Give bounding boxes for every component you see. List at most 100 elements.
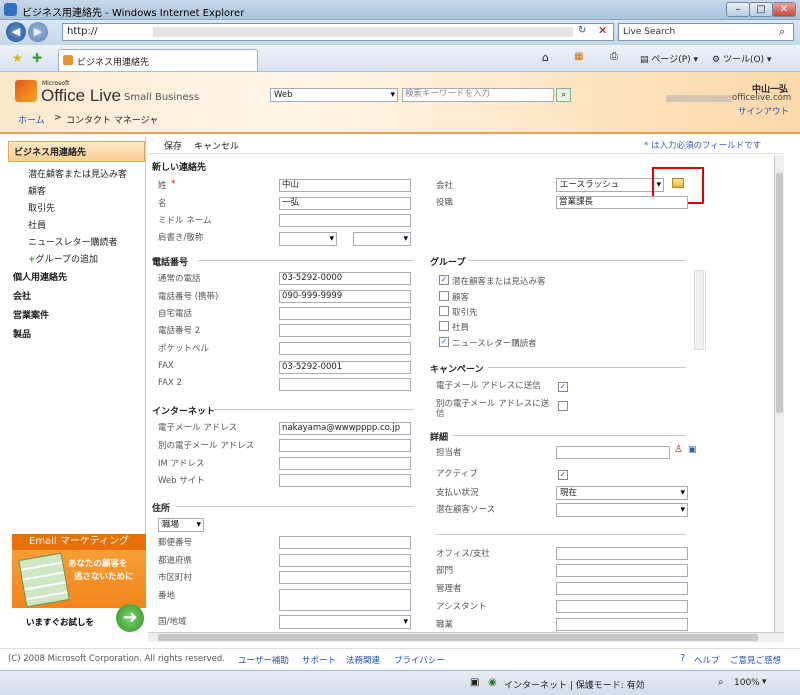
sidebar-item-newsletter[interactable]: ニュースレター購読者 bbox=[8, 233, 145, 250]
prefix-select[interactable] bbox=[279, 232, 337, 246]
street-textarea[interactable] bbox=[279, 589, 411, 611]
email-marketing-promo[interactable]: Email マーケティング あなたの顧客を 逃さないために いますぐお試しを ➜ bbox=[12, 534, 146, 632]
live-search-field[interactable]: Live Search ⌕ bbox=[618, 23, 794, 41]
office-input[interactable] bbox=[556, 547, 688, 560]
pref-label: 都道府県 bbox=[158, 556, 193, 566]
email-input[interactable]: nakayama@wwwpppp.co.jp bbox=[279, 422, 411, 435]
search-scope-select[interactable]: Web bbox=[270, 88, 398, 102]
send-email2-checkbox[interactable] bbox=[558, 401, 568, 411]
sidebar-item-employees[interactable]: 社員 bbox=[8, 216, 145, 233]
sidebar-section-deals[interactable]: 営業案件 bbox=[8, 305, 145, 324]
country-select[interactable] bbox=[279, 615, 411, 629]
page-vertical-scrollbar[interactable] bbox=[774, 155, 784, 632]
page-horizontal-scrollbar[interactable] bbox=[148, 632, 784, 642]
sidebar-add-group[interactable]: +グループの追加 bbox=[8, 250, 145, 267]
mobile-input[interactable]: 090-999-9999 bbox=[279, 290, 411, 303]
feeds-icon[interactable]: ▦ bbox=[574, 51, 583, 62]
phone2-input[interactable] bbox=[279, 324, 411, 337]
sidebar-section-personal[interactable]: 個人用連絡先 bbox=[8, 267, 145, 286]
active-checkbox[interactable]: ✓ bbox=[558, 470, 568, 480]
sidebar-item-customers[interactable]: 顧客 bbox=[8, 182, 145, 199]
zoom-level[interactable]: 100% bbox=[734, 678, 760, 688]
print-icon[interactable]: ⎙ bbox=[610, 51, 618, 62]
send-email-checkbox[interactable]: ✓ bbox=[558, 382, 568, 392]
city-input[interactable] bbox=[279, 571, 411, 584]
sidebar-section-products[interactable]: 製品 bbox=[8, 324, 145, 343]
footer-link-accessibility[interactable]: ユーザー補助 bbox=[238, 654, 289, 666]
owner-input[interactable] bbox=[556, 446, 670, 459]
source-select[interactable] bbox=[556, 503, 688, 517]
url-field[interactable]: http:// bbox=[62, 23, 614, 41]
fax-input[interactable]: 03-5292-0001 bbox=[279, 361, 411, 374]
zip-input[interactable] bbox=[279, 536, 411, 549]
address-type-select[interactable]: 職場 bbox=[158, 518, 204, 532]
back-button[interactable]: ◀ bbox=[6, 22, 26, 42]
close-window-button[interactable]: ✕ bbox=[772, 2, 796, 17]
first-name-input[interactable]: 一弘 bbox=[279, 197, 411, 210]
home-icon[interactable]: ⌂ bbox=[542, 51, 549, 64]
search-icon[interactable]: ⌕ bbox=[779, 25, 785, 39]
last-name-input[interactable]: 中山 bbox=[279, 179, 411, 192]
arrow-right-icon[interactable]: ➜ bbox=[116, 604, 144, 632]
email2-input[interactable] bbox=[279, 439, 411, 452]
save-button[interactable]: 保存 bbox=[164, 139, 182, 152]
help-icon[interactable]: ? bbox=[680, 653, 685, 664]
forward-button[interactable]: ▶ bbox=[28, 22, 48, 42]
feedback-link[interactable]: ご意見ご感想 bbox=[730, 654, 781, 666]
people-picker-icon[interactable]: ♙ bbox=[674, 444, 683, 455]
zoom-icon[interactable]: ⌕ bbox=[718, 677, 724, 688]
help-link[interactable]: ヘルプ bbox=[694, 654, 720, 666]
suffix-select[interactable] bbox=[353, 232, 411, 246]
hscroll-thumb[interactable] bbox=[158, 634, 758, 641]
footer-link-legal[interactable]: 法務関連 bbox=[346, 654, 380, 666]
minimize-button[interactable]: – bbox=[726, 2, 750, 17]
breadcrumb-home[interactable]: ホーム bbox=[18, 113, 45, 126]
site-search-input[interactable]: 検索キーワードを入力 bbox=[402, 88, 554, 102]
footer-link-privacy[interactable]: プライバシー bbox=[394, 654, 445, 666]
work-phone-input[interactable]: 03-5292-0000 bbox=[279, 272, 411, 285]
stop-icon[interactable]: ✕ bbox=[598, 24, 607, 37]
promo-cta[interactable]: いますぐお試しを bbox=[26, 616, 94, 628]
browser-status-bar: ▣ ◉ インターネット | 保護モード: 有効 ⌕ 100% ▾ bbox=[0, 670, 800, 695]
group-checkbox-customers[interactable] bbox=[439, 291, 449, 301]
group-checkbox-partners[interactable] bbox=[439, 306, 449, 316]
group-list-scrollbar[interactable] bbox=[694, 270, 704, 350]
company-select[interactable]: エースラッシュ bbox=[556, 178, 664, 192]
manager-input[interactable] bbox=[556, 582, 688, 595]
sidebar-item-prospects[interactable]: 潜在顧客または見込み客 bbox=[8, 165, 145, 182]
pager-input[interactable] bbox=[279, 342, 411, 355]
vscroll-thumb[interactable] bbox=[776, 173, 783, 413]
web-input[interactable] bbox=[279, 474, 411, 487]
signout-link[interactable]: サインアウト bbox=[738, 105, 789, 117]
browser-tab[interactable]: ビジネス用連絡先 bbox=[58, 49, 258, 71]
tools-menu[interactable]: ⚙ ツール(O) ▾ bbox=[712, 52, 771, 65]
group-checkbox-newsletter[interactable]: ✓ bbox=[439, 337, 449, 347]
page-menu[interactable]: ▤ ページ(P) ▾ bbox=[640, 52, 698, 65]
payment-select[interactable]: 現在 bbox=[556, 486, 688, 500]
pref-input[interactable] bbox=[279, 554, 411, 567]
active-label: アクティブ bbox=[436, 469, 478, 479]
zoom-chevron-down-icon[interactable]: ▾ bbox=[762, 677, 767, 687]
sidebar-section-companies[interactable]: 会社 bbox=[8, 286, 145, 305]
address-book-icon[interactable]: ▣ bbox=[688, 445, 697, 455]
sidebar-section-business[interactable]: ビジネス用連絡先 bbox=[8, 141, 145, 162]
middle-name-input[interactable] bbox=[279, 214, 411, 227]
footer-link-support[interactable]: サポート bbox=[302, 654, 336, 666]
cancel-button[interactable]: キャンセル bbox=[194, 139, 239, 152]
maximize-button[interactable]: □ bbox=[749, 2, 773, 17]
fax2-input[interactable] bbox=[279, 378, 411, 391]
site-search-button[interactable]: ⌕ bbox=[556, 88, 571, 102]
dept-input[interactable] bbox=[556, 564, 688, 577]
group-checkbox-employees[interactable] bbox=[439, 321, 449, 331]
group-checkbox-prospects[interactable]: ✓ bbox=[439, 275, 449, 285]
favorites-star-icon[interactable]: ★ bbox=[12, 51, 23, 65]
campaign-heading: キャンペーン bbox=[430, 365, 484, 375]
job-input[interactable] bbox=[556, 618, 688, 631]
sidebar-item-partners[interactable]: 取引先 bbox=[8, 199, 145, 216]
im-input[interactable] bbox=[279, 457, 411, 470]
refresh-icon[interactable]: ↻ bbox=[578, 25, 586, 36]
assistant-input[interactable] bbox=[556, 600, 688, 613]
position-input[interactable]: 営業課長 bbox=[556, 196, 688, 209]
home-phone-input[interactable] bbox=[279, 307, 411, 320]
add-favorite-icon[interactable]: ✚ bbox=[32, 51, 42, 65]
